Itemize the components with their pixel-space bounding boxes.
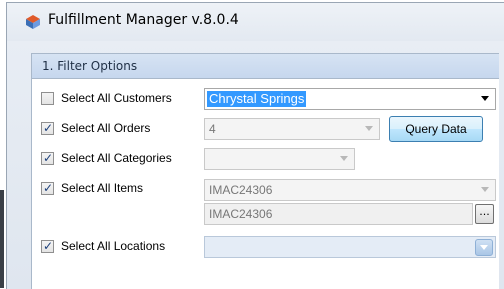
filter-options-panel: 1. Filter Options Select All Customers C… bbox=[31, 53, 499, 289]
locations-row: ✓ Select All Locations bbox=[32, 235, 499, 259]
items-value: IMAC24306 bbox=[209, 183, 273, 197]
panel-header[interactable]: 1. Filter Options bbox=[32, 54, 499, 79]
chevron-down-icon[interactable] bbox=[475, 239, 493, 256]
items-dropdown[interactable]: IMAC24306 bbox=[204, 179, 496, 201]
select-all-orders-label: Select All Orders bbox=[61, 121, 151, 135]
orders-dropdown[interactable]: 4 bbox=[204, 118, 380, 140]
checkmark-icon: ✓ bbox=[43, 181, 54, 195]
items-text-field[interactable]: IMAC24306 bbox=[204, 203, 473, 225]
select-all-locations-checkbox[interactable]: ✓ bbox=[41, 239, 54, 253]
customer-value: Chrystal Springs bbox=[207, 91, 307, 107]
checkmark-icon: ✓ bbox=[43, 121, 54, 135]
select-all-customers-checkbox[interactable] bbox=[41, 92, 54, 105]
window-title: Fulfillment Manager v.8.0.4 bbox=[48, 12, 239, 28]
customer-dropdown[interactable]: Chrystal Springs bbox=[204, 88, 496, 110]
categories-dropdown[interactable] bbox=[204, 148, 355, 170]
chevron-down-icon[interactable] bbox=[340, 156, 348, 161]
categories-row: ✓ Select All Categories bbox=[32, 147, 499, 171]
items-row: ✓ Select All Items IMAC24306 IMAC24306 .… bbox=[32, 179, 499, 229]
customers-row: Select All Customers Chrystal Springs bbox=[32, 87, 499, 111]
chevron-down-icon[interactable] bbox=[365, 126, 373, 131]
panel-header-title: 1. Filter Options bbox=[42, 59, 138, 73]
checkmark-icon: ✓ bbox=[43, 151, 54, 165]
app-icon bbox=[26, 15, 40, 29]
select-all-categories-checkbox[interactable]: ✓ bbox=[41, 151, 54, 165]
select-all-categories-label: Select All Categories bbox=[61, 151, 172, 165]
chevron-down-icon[interactable] bbox=[481, 96, 489, 101]
checkmark-icon: ✓ bbox=[43, 239, 54, 253]
select-all-items-label: Select All Items bbox=[61, 181, 144, 195]
select-all-items-checkbox[interactable]: ✓ bbox=[41, 181, 54, 195]
panel-body: Select All Customers Chrystal Springs ✓ … bbox=[32, 79, 499, 289]
query-data-button[interactable]: Query Data bbox=[389, 116, 483, 142]
locations-dropdown[interactable] bbox=[204, 236, 496, 258]
items-text-value: IMAC24306 bbox=[209, 207, 273, 221]
title-bar: Fulfillment Manager v.8.0.4 bbox=[7, 3, 504, 41]
select-all-orders-checkbox[interactable]: ✓ bbox=[41, 121, 54, 135]
select-all-locations-label: Select All Locations bbox=[61, 239, 166, 253]
browse-items-button[interactable]: ... bbox=[475, 204, 494, 224]
orders-value: 4 bbox=[209, 122, 216, 136]
orders-row: ✓ Select All Orders 4 Query Data bbox=[32, 116, 499, 142]
select-all-customers-label: Select All Customers bbox=[61, 91, 172, 105]
chevron-down-icon[interactable] bbox=[481, 187, 489, 192]
left-edge bbox=[0, 190, 4, 288]
